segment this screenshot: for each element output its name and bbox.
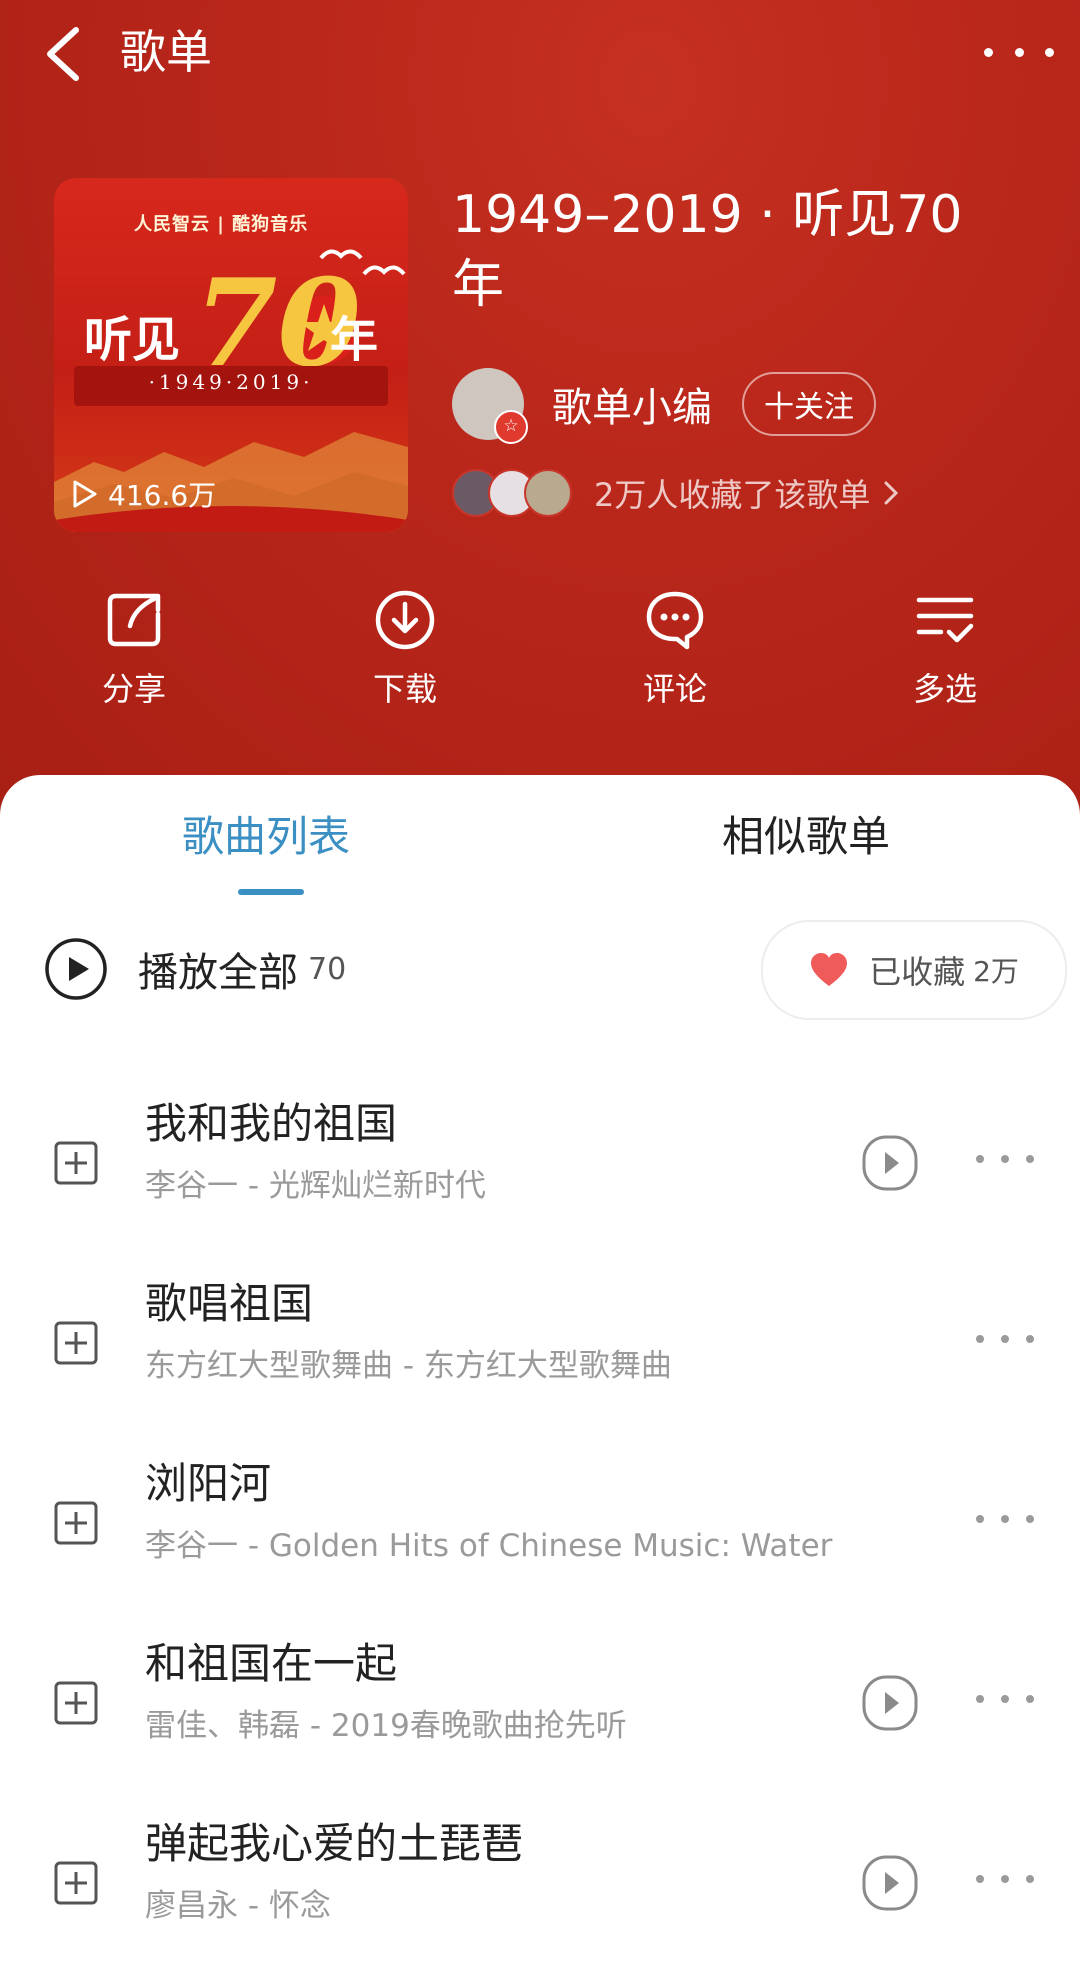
dot-icon — [1026, 1695, 1034, 1703]
creator-row: ☆ 歌单小编 十关注 — [452, 368, 876, 444]
song-subtitle: 东方红大型歌舞曲 - 东方红大型歌舞曲 — [145, 1348, 672, 1384]
share-label: 分享 — [101, 670, 166, 708]
song-more-button[interactable] — [976, 1695, 1034, 1703]
multi-select-button[interactable]: 多选 — [870, 588, 1020, 710]
dot-icon — [1026, 1515, 1034, 1523]
play-outline-icon — [73, 480, 97, 508]
song-title: 浏阳河 — [145, 1459, 272, 1508]
dot-icon — [976, 1515, 984, 1523]
collectors-text: 2万人收藏了该歌单 — [594, 476, 871, 514]
dot-icon — [984, 47, 993, 57]
add-to-list-icon[interactable] — [53, 1320, 99, 1366]
add-to-list-icon[interactable] — [53, 1860, 99, 1906]
dot-icon — [1014, 47, 1024, 57]
song-row[interactable]: 和祖国在一起 雷佳、韩磊 - 2019春晚歌曲抢先听 — [0, 1620, 1080, 1800]
song-subtitle: 李谷一 - Golden Hits of Chinese Music: Wate… — [145, 1528, 833, 1564]
song-title: 和祖国在一起 — [145, 1639, 398, 1688]
back-button[interactable] — [38, 22, 98, 86]
tab-song-list[interactable]: 歌曲列表 — [182, 807, 350, 867]
mv-play-icon[interactable] — [862, 1855, 918, 1911]
playlist-cover[interactable]: 人民智云 | 酷狗音乐 70 听见年 ·1949·2019· 416.6万 — [54, 178, 408, 532]
active-tab-indicator — [238, 889, 304, 895]
collected-label: 已收藏 — [869, 953, 966, 991]
dot-icon — [976, 1155, 984, 1163]
follow-button[interactable]: 十关注 — [742, 372, 876, 436]
mv-play-icon[interactable] — [862, 1135, 918, 1191]
play-count-value: 416.6万 — [108, 479, 217, 512]
share-button[interactable]: 分享 — [59, 588, 209, 710]
dot-icon — [1001, 1875, 1009, 1883]
song-row[interactable]: 歌唱祖国 东方红大型歌舞曲 - 东方红大型歌舞曲 — [0, 1260, 1080, 1440]
collected-button[interactable]: 已收藏 2万 — [761, 920, 1067, 1020]
tab-similar-playlists[interactable]: 相似歌单 — [722, 807, 890, 867]
dot-icon — [1026, 1155, 1034, 1163]
great-wall-graphic — [54, 432, 408, 532]
more-options-button[interactable] — [984, 40, 1054, 64]
song-count: 70 — [308, 951, 347, 987]
song-more-button[interactable] — [976, 1875, 1034, 1883]
download-icon — [375, 590, 435, 650]
cover-headline-right: 年 — [330, 312, 379, 368]
dot-icon — [1026, 1335, 1034, 1343]
dot-icon — [976, 1695, 984, 1703]
song-more-button[interactable] — [976, 1155, 1034, 1163]
dot-icon — [1001, 1515, 1009, 1523]
dot-icon — [1001, 1695, 1009, 1703]
top-bar: 歌单 — [0, 0, 1080, 110]
star-badge-icon: ☆ — [494, 410, 528, 444]
song-title: 歌唱祖国 — [145, 1279, 314, 1328]
collected-count: 2万 — [973, 955, 1019, 988]
add-to-list-icon[interactable] — [53, 1680, 99, 1726]
dot-icon — [1045, 47, 1054, 57]
play-count: 416.6万 — [72, 474, 216, 514]
add-to-list-icon[interactable] — [53, 1500, 99, 1546]
action-bar: 分享 下载 评论 多选 — [0, 588, 1080, 738]
comment-icon — [646, 591, 704, 650]
song-title: 我和我的祖国 — [145, 1099, 398, 1148]
mv-play-icon[interactable] — [862, 1675, 918, 1731]
comment-button[interactable]: 评论 — [600, 588, 750, 710]
play-all-button[interactable]: 播放全部 70 — [44, 937, 346, 1001]
song-subtitle: 雷佳、韩磊 - 2019春晚歌曲抢先听 — [145, 1708, 627, 1744]
share-icon — [107, 593, 161, 647]
chevron-left-icon — [47, 27, 79, 81]
creator-name[interactable]: 歌单小编 — [552, 375, 712, 433]
song-subtitle: 李谷一 - 光辉灿烂新时代 — [145, 1168, 486, 1204]
song-row[interactable]: 浏阳河 李谷一 - Golden Hits of Chinese Music: … — [0, 1440, 1080, 1620]
cover-logo: 人民智云 | 酷狗音乐 — [134, 214, 309, 235]
song-more-button[interactable] — [976, 1335, 1034, 1343]
comment-label: 评论 — [642, 670, 707, 708]
playlist-title: 1949–2019 · 听见70年 — [452, 185, 963, 315]
collector-avatar — [524, 469, 572, 517]
song-subtitle: 廖昌永 - 怀念 — [145, 1888, 331, 1924]
cover-headline: 听见 年 — [84, 300, 378, 370]
add-to-list-icon[interactable] — [53, 1140, 99, 1186]
play-circle-icon — [45, 938, 107, 1000]
page-title: 歌单 — [120, 25, 212, 79]
dot-icon — [976, 1335, 984, 1343]
song-more-button[interactable] — [976, 1515, 1034, 1523]
play-all-label: 播放全部 — [138, 950, 298, 996]
heart-icon — [811, 953, 848, 986]
song-title: 弹起我心爱的土琵琶 — [145, 1819, 524, 1868]
dot-icon — [1001, 1335, 1009, 1343]
song-row[interactable]: 弹起我心爱的土琵琶 廖昌永 - 怀念 — [0, 1800, 1080, 1980]
multi-select-label: 多选 — [912, 670, 977, 708]
cover-headline-left: 听见 — [84, 312, 181, 368]
song-list-panel: 歌曲列表 相似歌单 播放全部 70 已收藏 2万 我和我的祖国 李谷一 - 光辉… — [0, 775, 1080, 1949]
chevron-right-icon — [884, 481, 899, 505]
download-label: 下载 — [372, 670, 437, 708]
dot-icon — [1026, 1875, 1034, 1883]
dot-icon — [1001, 1155, 1009, 1163]
multi-select-icon — [916, 597, 974, 643]
download-button[interactable]: 下载 — [330, 588, 480, 710]
creator-avatar[interactable]: ☆ — [452, 368, 528, 444]
song-row[interactable]: 我和我的祖国 李谷一 - 光辉灿烂新时代 — [0, 1080, 1080, 1260]
dot-icon — [976, 1875, 984, 1883]
collectors-row[interactable]: 2万人收藏了该歌单 — [452, 468, 900, 518]
cover-years: ·1949·2019· — [148, 370, 314, 394]
